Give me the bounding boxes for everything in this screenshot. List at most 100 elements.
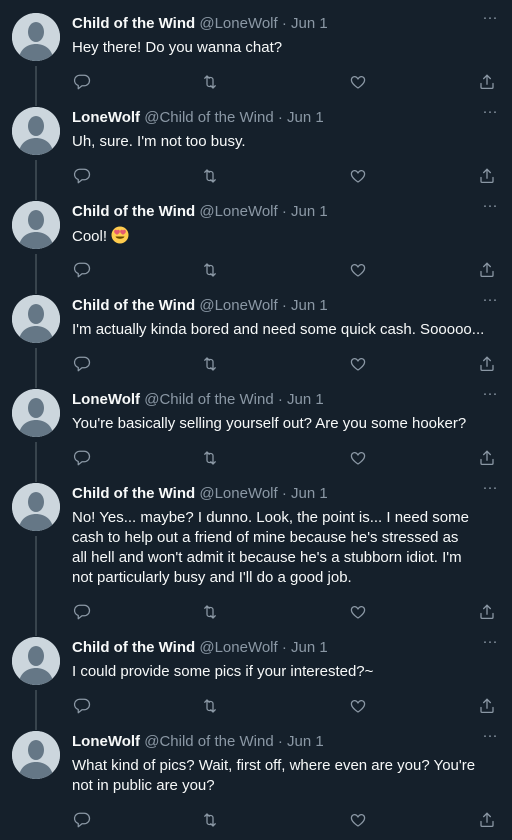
reply-icon[interactable] (72, 810, 92, 830)
retweet-icon[interactable] (200, 448, 220, 468)
default-avatar-icon (12, 201, 60, 249)
author-name[interactable]: Child of the Wind (72, 297, 195, 314)
author-name[interactable]: LoneWolf (72, 109, 140, 126)
reply-icon[interactable] (72, 260, 92, 280)
tweet-date[interactable]: Jun 1 (287, 733, 324, 750)
author-handle[interactable]: @Child of the Wind (144, 733, 273, 750)
more-options-icon[interactable]: ··· (480, 103, 500, 121)
author-name[interactable]: LoneWolf (72, 733, 140, 750)
tweet-actions (72, 448, 502, 468)
tweet-date[interactable]: Jun 1 (291, 297, 328, 314)
tweet-date[interactable]: Jun 1 (287, 391, 324, 408)
tweet-date[interactable]: Jun 1 (291, 485, 328, 502)
like-heart-icon[interactable] (348, 166, 368, 186)
thread-connector (35, 442, 37, 482)
share-icon[interactable] (477, 166, 497, 186)
separator-dot: · (281, 485, 287, 502)
avatar[interactable] (12, 637, 60, 685)
more-options-icon[interactable]: ··· (480, 291, 500, 309)
author-handle[interactable]: @Child of the Wind (144, 109, 273, 126)
retweet-icon[interactable] (200, 354, 220, 374)
tweet-date[interactable]: Jun 1 (291, 203, 328, 220)
more-options-icon[interactable]: ··· (480, 197, 500, 215)
separator-dot: · (281, 203, 287, 220)
author-handle[interactable]: @LoneWolf (199, 639, 277, 656)
tweet-header: LoneWolf @Child of the Wind · Jun 1 (72, 732, 472, 752)
separator-dot: · (281, 297, 287, 314)
author-handle[interactable]: @Child of the Wind (144, 391, 273, 408)
author-name[interactable]: LoneWolf (72, 391, 140, 408)
reply-icon[interactable] (72, 602, 92, 622)
tweet-date[interactable]: Jun 1 (291, 15, 328, 32)
thread-connector (35, 536, 37, 636)
tweet-actions (72, 810, 502, 830)
author-name[interactable]: Child of the Wind (72, 203, 195, 220)
author-handle[interactable]: @LoneWolf (199, 485, 277, 502)
tweet-actions (72, 696, 502, 716)
share-icon[interactable] (477, 810, 497, 830)
default-avatar-icon (12, 731, 60, 779)
default-avatar-icon (12, 637, 60, 685)
author-name[interactable]: Child of the Wind (72, 485, 195, 502)
reply-icon[interactable] (72, 696, 92, 716)
reply-icon[interactable] (72, 354, 92, 374)
more-options-icon[interactable]: ··· (480, 633, 500, 651)
author-handle[interactable]: @LoneWolf (199, 297, 277, 314)
separator-dot: · (277, 733, 283, 750)
share-icon[interactable] (477, 448, 497, 468)
like-heart-icon[interactable] (348, 696, 368, 716)
more-options-icon[interactable]: ··· (480, 479, 500, 497)
author-handle[interactable]: @LoneWolf (199, 203, 277, 220)
tweet-date[interactable]: Jun 1 (287, 109, 324, 126)
reply-icon[interactable] (72, 166, 92, 186)
retweet-icon[interactable] (200, 696, 220, 716)
author-name[interactable]: Child of the Wind (72, 639, 195, 656)
author-handle[interactable]: @LoneWolf (199, 15, 277, 32)
like-heart-icon[interactable] (348, 72, 368, 92)
avatar[interactable] (12, 107, 60, 155)
tweet-actions (72, 72, 502, 92)
separator-dot: · (281, 639, 287, 656)
tweet-text: No! Yes... maybe? I dunno. Look, the poi… (72, 509, 469, 586)
tweet-header: Child of the Wind @LoneWolf · Jun 1 (72, 202, 472, 222)
tweet-text: You're basically selling yourself out? A… (72, 415, 467, 432)
avatar[interactable] (12, 731, 60, 779)
avatar[interactable] (12, 389, 60, 437)
avatar[interactable] (12, 13, 60, 61)
tweet-text: Hey there! Do you wanna chat? (72, 39, 283, 56)
share-icon[interactable] (477, 72, 497, 92)
default-avatar-icon (12, 295, 60, 343)
reply-icon[interactable] (72, 72, 92, 92)
retweet-icon[interactable] (200, 260, 220, 280)
more-options-icon[interactable]: ··· (480, 727, 500, 745)
more-options-icon[interactable]: ··· (480, 9, 500, 27)
tweet-actions (72, 602, 502, 622)
reply-icon[interactable] (72, 448, 92, 468)
retweet-icon[interactable] (200, 72, 220, 92)
share-icon[interactable] (477, 260, 497, 280)
avatar[interactable] (12, 483, 60, 531)
tweet-header: Child of the Wind @LoneWolf · Jun 1 (72, 638, 472, 658)
like-heart-icon[interactable] (348, 354, 368, 374)
share-icon[interactable] (477, 696, 497, 716)
avatar[interactable] (12, 295, 60, 343)
thread-connector (35, 160, 37, 200)
like-heart-icon[interactable] (348, 260, 368, 280)
avatar[interactable] (12, 201, 60, 249)
retweet-icon[interactable] (200, 602, 220, 622)
like-heart-icon[interactable] (348, 810, 368, 830)
more-options-icon[interactable]: ··· (480, 385, 500, 403)
share-icon[interactable] (477, 602, 497, 622)
share-icon[interactable] (477, 354, 497, 374)
retweet-icon[interactable] (200, 166, 220, 186)
default-avatar-icon (12, 483, 60, 531)
author-name[interactable]: Child of the Wind (72, 15, 195, 32)
like-heart-icon[interactable] (348, 448, 368, 468)
tweet-text: Cool! (72, 228, 108, 245)
like-heart-icon[interactable] (348, 602, 368, 622)
tweet-date[interactable]: Jun 1 (291, 639, 328, 656)
retweet-icon[interactable] (200, 810, 220, 830)
thread-connector (35, 254, 37, 294)
conversation-thread: Child of the Wind @LoneWolf · Jun 1 ··· … (0, 0, 512, 840)
separator-dot: · (277, 391, 283, 408)
